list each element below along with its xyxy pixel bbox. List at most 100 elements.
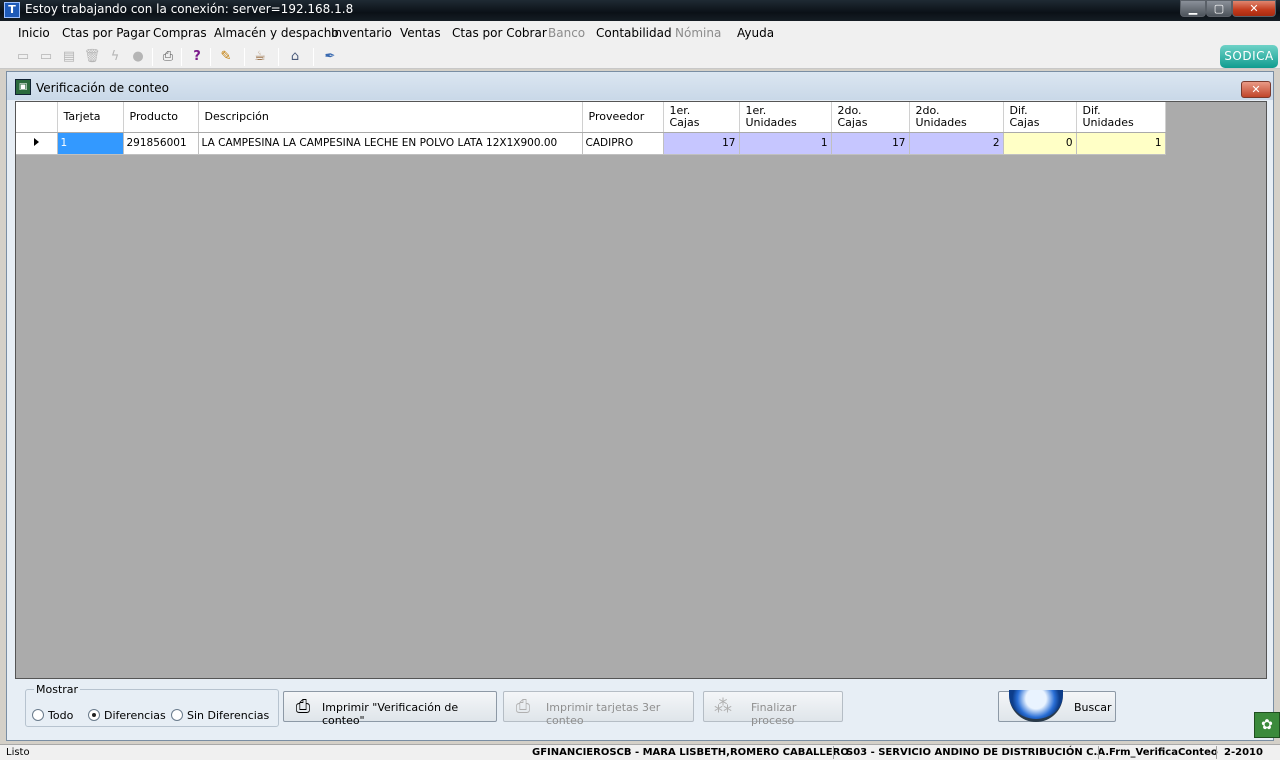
minimize-button[interactable]: ▁ [1180, 0, 1206, 17]
menu-ctas-por-cobrar[interactable]: Ctas por Cobrar [452, 26, 547, 40]
menu-ventas[interactable]: Ventas [400, 26, 441, 40]
brand-logo: SODICA [1220, 45, 1278, 68]
column-label: Descripción [204, 109, 269, 123]
traffic-light-icon: ⁂ [714, 696, 732, 717]
lightning-icon: ϟ [110, 49, 120, 64]
gear-icon[interactable]: ✿ [1254, 712, 1280, 738]
radio-todo[interactable] [32, 709, 44, 721]
toolbar: ▭ ▭ ▤ 🗑 ϟ ● ⎙ ? ✎ ☕ ⌂ ✒ [0, 44, 1280, 69]
magnifier-icon [1009, 690, 1063, 722]
status-period: 2-2010 [1224, 747, 1263, 758]
radio-label-sin-diferencias[interactable]: Sin Diferencias [187, 709, 269, 722]
cell-proveedor[interactable]: CADIPRO [582, 132, 664, 155]
menu-compras[interactable]: Compras [153, 26, 207, 40]
cell-2do-cajas[interactable]: 17 [831, 132, 910, 155]
column-header-2do-cajas[interactable]: 2do. Cajas [831, 102, 910, 133]
column-header-descripcion[interactable]: Descripción [198, 102, 583, 133]
row-selector[interactable] [16, 132, 58, 155]
column-label: Unidades [745, 115, 797, 129]
cell-producto[interactable]: 291856001 [123, 132, 199, 155]
count-table: Tarjeta Producto Descripción Proveedor 1… [16, 102, 1166, 155]
menu-ctas-por-pagar[interactable]: Ctas por Pagar [62, 26, 150, 40]
column-label: Cajas [1009, 115, 1040, 129]
verification-form-window: ▣ Verificación de conteo ✕ Tarjeta Produ… [6, 71, 1274, 741]
status-company: S03 - SERVICIO ANDINO DE DISTRIBUCIÓN C.… [846, 747, 1110, 758]
radio-label-diferencias[interactable]: Diferencias [104, 709, 166, 722]
status-divider [1216, 746, 1217, 759]
coffee-icon[interactable]: ☕ [251, 48, 269, 66]
menu-inventario[interactable]: Inventario [331, 26, 392, 40]
title-bar: T Estoy trabajando con la conexión: serv… [0, 0, 1280, 21]
bank-icon[interactable]: ⌂ [286, 48, 304, 66]
cell-2do-unidades[interactable]: 2 [909, 132, 1004, 155]
new-document-icon: ▭ [16, 49, 30, 64]
toolbar-separator [210, 48, 211, 66]
column-header-proveedor[interactable]: Proveedor [582, 102, 664, 133]
column-header-tarjeta[interactable]: Tarjeta [57, 102, 124, 133]
cell-1er-cajas[interactable]: 17 [663, 132, 740, 155]
current-row-arrow-icon [33, 138, 39, 146]
cell-dif-cajas[interactable]: 0 [1003, 132, 1077, 155]
close-window-button[interactable]: ✕ [1232, 0, 1276, 17]
help-icon[interactable]: ? [188, 48, 206, 66]
radio-sin-diferencias[interactable] [171, 709, 183, 721]
column-header-dif-unidades[interactable]: Dif. Unidades [1076, 102, 1166, 133]
menu-nomina: Nómina [675, 26, 722, 40]
tools-icon[interactable]: ✒ [321, 48, 339, 66]
status-divider [833, 746, 834, 759]
finish-process-label: Finalizar proceso [751, 701, 797, 727]
cell-descripcion[interactable]: LA CAMPESINA LA CAMPESINA LECHE EN POLVO… [198, 132, 583, 155]
menu-almacen-despacho[interactable]: Almacén y despacho [214, 26, 339, 40]
action-panel: Mostrar Todo Diferencias Sin Diferencias… [15, 680, 1267, 738]
search-button[interactable]: Buscar [998, 690, 1116, 722]
toolbar-separator [313, 48, 314, 66]
menu-ayuda[interactable]: Ayuda [737, 26, 774, 40]
print-verification-label: Imprimir "Verificación de conteo" [322, 701, 459, 727]
maximize-button[interactable]: ▢ [1206, 0, 1232, 17]
printer-icon: ⎙ [515, 696, 531, 717]
status-form-name: Frm_VerificaConteo [1109, 747, 1218, 758]
count-grid[interactable]: Tarjeta Producto Descripción Proveedor 1… [15, 101, 1267, 679]
printer-icon: ⎙ [295, 696, 311, 717]
print-cards-label: Imprimir tarjetas 3er conteo [546, 701, 661, 727]
show-filter-group: Mostrar Todo Diferencias Sin Diferencias [25, 683, 279, 727]
radio-label-todo[interactable]: Todo [48, 709, 73, 722]
record-icon: ● [132, 49, 144, 64]
table-row[interactable]: 1 291856001 LA CAMPESINA LA CAMPESINA LE… [16, 132, 1166, 155]
edit-document-icon: ▭ [39, 49, 53, 64]
status-state: Listo [6, 747, 30, 758]
print-cards-button: ⎙ Imprimir tarjetas 3er conteo [503, 691, 694, 727]
form-title-bar: ▣ Verificación de conteo ✕ [7, 72, 1273, 100]
column-header-dif-cajas[interactable]: Dif. Cajas [1003, 102, 1077, 133]
print-icon[interactable]: ⎙ [159, 48, 177, 66]
status-divider [1098, 746, 1099, 759]
window-title: Estoy trabajando con la conexión: server… [25, 2, 354, 16]
finish-process-button: ⁂ Finalizar proceso [703, 691, 843, 727]
column-label: Cajas [837, 115, 868, 129]
cell-dif-unidades[interactable]: 1 [1076, 132, 1166, 155]
cell-tarjeta[interactable]: 1 [57, 132, 124, 155]
column-header-1er-cajas[interactable]: 1er. Cajas [663, 102, 740, 133]
print-verification-button[interactable]: ⎙ Imprimir "Verificación de conteo" [283, 691, 497, 727]
cell-1er-unidades[interactable]: 1 [739, 132, 832, 155]
column-header-2do-unidades[interactable]: 2do. Unidades [909, 102, 1004, 133]
column-label: Proveedor [588, 109, 645, 123]
filter-legend: Mostrar [34, 683, 81, 696]
form-close-button[interactable]: ✕ [1241, 81, 1271, 98]
toolbar-separator [152, 48, 153, 66]
menu-inicio[interactable]: Inicio [18, 26, 50, 40]
delete-icon: 🗑 [83, 49, 101, 64]
column-label: Tarjeta [63, 109, 101, 123]
column-header-producto[interactable]: Producto [123, 102, 199, 133]
column-header-1er-unidades[interactable]: 1er. Unidades [739, 102, 832, 133]
clean-icon[interactable]: ✎ [217, 48, 235, 66]
status-bar: Listo GFINANCIEROSCB - MARA LISBETH,ROME… [0, 744, 1280, 760]
radio-diferencias[interactable] [88, 709, 100, 721]
column-label: Unidades [1082, 115, 1134, 129]
menu-contabilidad[interactable]: Contabilidad [596, 26, 672, 40]
status-user: GFINANCIEROSCB - MARA LISBETH,ROMERO CAB… [532, 747, 849, 758]
form-title: Verificación de conteo [36, 81, 169, 95]
form-icon: ▣ [15, 79, 31, 95]
menu-bar: Inicio Ctas por Pagar Compras Almacén y … [0, 21, 1280, 44]
toolbar-separator [181, 48, 182, 66]
